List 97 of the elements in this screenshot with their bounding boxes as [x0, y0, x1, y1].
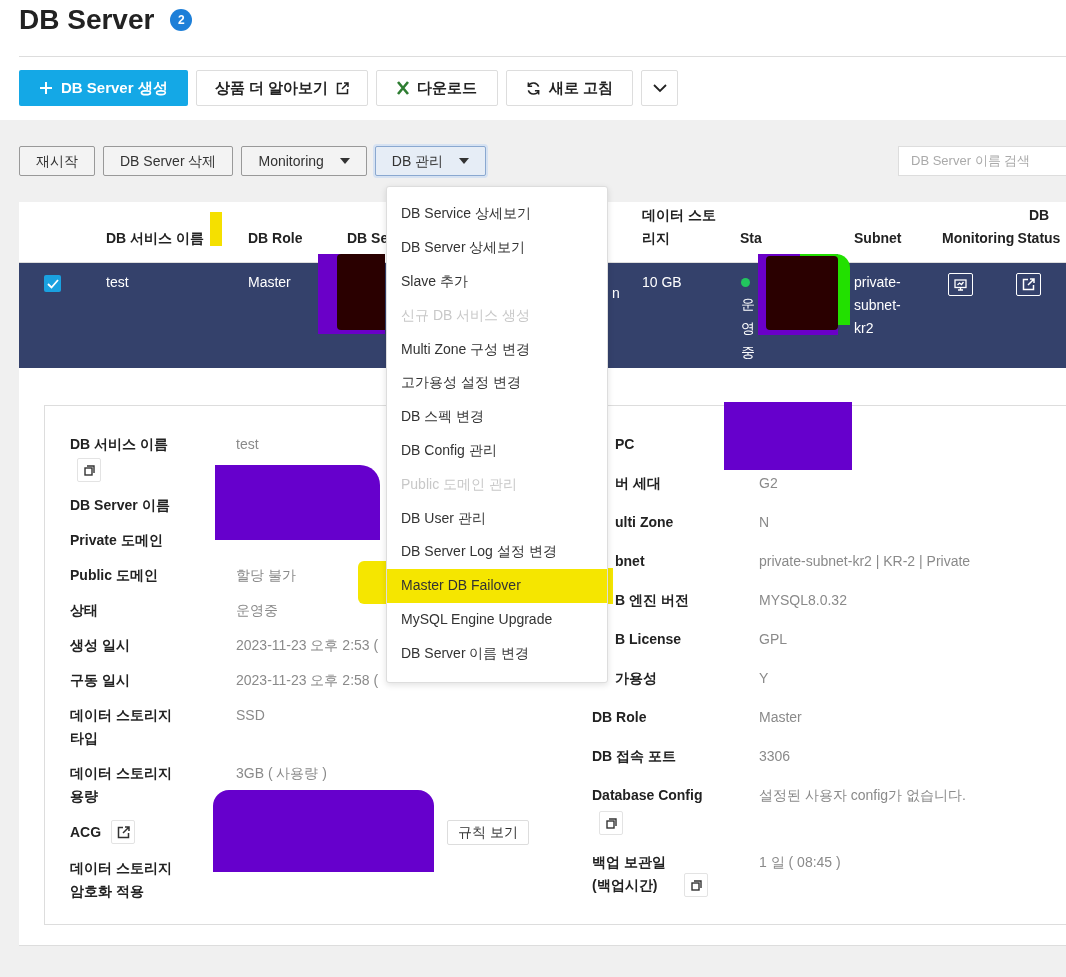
- menu-item[interactable]: DB Server 상세보기: [387, 230, 607, 265]
- field-value: Master: [759, 708, 802, 727]
- field-value: 2023-11-23 오후 2:58 (: [236, 671, 379, 690]
- highlighter-mark: [210, 212, 222, 246]
- field-value: 할당 불가: [236, 566, 296, 585]
- field-value: 설정된 사용자 config가 없습니다.: [759, 786, 966, 805]
- chevron-down-icon: [652, 83, 667, 93]
- dropdown-button[interactable]: DB 관리: [374, 146, 487, 176]
- caret-icon: [339, 158, 350, 164]
- field-value: 3GB ( 사용량 ): [236, 764, 327, 783]
- field-label: 버 세대: [615, 474, 661, 493]
- field-label: DB 서비스 이름: [70, 435, 168, 454]
- menu-item[interactable]: Multi Zone 구성 변경: [387, 332, 607, 366]
- copy-button[interactable]: [599, 811, 623, 835]
- action-button[interactable]: 재시작: [19, 146, 95, 176]
- field-value: GPL: [759, 630, 787, 649]
- external-link-icon: [1022, 278, 1035, 291]
- column-header: DB Status: [1016, 206, 1062, 248]
- caret-icon: [459, 158, 470, 164]
- field-label: B License: [615, 630, 682, 649]
- db-status-button[interactable]: [1016, 273, 1041, 296]
- menu-item[interactable]: MySQL Engine Upgrade: [387, 602, 607, 637]
- column-header: Monitoring: [942, 229, 1015, 248]
- download-button[interactable]: 다운로드: [376, 70, 499, 106]
- copy-icon: [83, 464, 95, 476]
- field-label: Private 도메인: [70, 531, 163, 550]
- field-label: DB 접속 포트: [592, 747, 676, 766]
- menu-item[interactable]: DB Config 관리: [387, 433, 607, 468]
- more-button[interactable]: [641, 70, 679, 106]
- highlighter-mark: [358, 561, 386, 604]
- field-label: PC: [615, 435, 635, 454]
- dropdown-button[interactable]: Monitoring: [241, 146, 367, 176]
- field-label: DB Role: [592, 708, 647, 727]
- menu-item[interactable]: DB User 관리: [387, 501, 607, 535]
- field-value: 1 일 ( 08:45 ): [759, 853, 841, 872]
- menu-item[interactable]: DB Server 이름 변경: [387, 636, 607, 671]
- table-cell-text: Master: [248, 273, 291, 292]
- field-value: Y: [759, 669, 769, 688]
- column-header: 데이터 스토리지: [642, 206, 717, 248]
- excel-icon: [397, 81, 410, 95]
- field-value: 2023-11-23 오후 2:53 (: [236, 636, 379, 655]
- field-label: 가용성: [615, 669, 657, 688]
- column-header: Subnet: [854, 229, 902, 248]
- table-cell-text: 10 GB: [642, 273, 682, 292]
- field-value: private-subnet-kr2 | KR-2 | Private: [759, 552, 971, 571]
- menu-item[interactable]: 고가용성 설정 변경: [387, 366, 607, 400]
- copy-icon: [605, 817, 617, 829]
- field-value: G2: [759, 474, 778, 493]
- count-badge: 2: [170, 9, 193, 31]
- action-button[interactable]: DB Server 삭제: [103, 146, 234, 176]
- page-title: DB Server: [19, 3, 155, 37]
- field-label: bnet: [615, 552, 645, 571]
- field-label: Database Config: [592, 786, 703, 805]
- field-label: Public 도메인: [70, 566, 158, 585]
- field-label: ACG: [70, 822, 102, 842]
- menu-item[interactable]: DB Service 상세보기: [387, 197, 607, 231]
- rules-button[interactable]: 규칙 보기: [447, 820, 529, 845]
- menu-item[interactable]: Slave 추가: [387, 264, 607, 299]
- table-cell-text: n: [612, 284, 620, 303]
- field-value: N: [759, 513, 770, 532]
- menu-item[interactable]: DB 스펙 변경: [387, 399, 607, 434]
- field-value: MYSQL8.0.32: [759, 591, 847, 610]
- field-value: test: [236, 435, 259, 454]
- field-label: 구동 일시: [70, 671, 130, 690]
- table-cell-text: test: [106, 273, 129, 292]
- learn-more-button[interactable]: 상품 더 알아보기: [195, 70, 369, 106]
- table-cell-text: private-subnet-kr2: [854, 273, 902, 338]
- field-label: 백업 보관일 (백업시간): [592, 853, 667, 895]
- column-header: Sta: [740, 229, 762, 248]
- field-label: 생성 일시: [70, 636, 130, 655]
- field-label: B 엔진 버전: [615, 591, 689, 610]
- field-label: 데이터 스토리지 암호화 적용: [70, 859, 173, 901]
- checkbox[interactable]: [44, 275, 61, 292]
- copy-icon: [690, 879, 702, 891]
- menu-item[interactable]: DB Server Log 설정 변경: [387, 534, 607, 569]
- field-label: DB Server 이름: [70, 496, 170, 515]
- status-text: 운영중: [741, 295, 755, 362]
- copy-button[interactable]: [684, 873, 708, 897]
- menu-item[interactable]: Master DB Failover: [387, 568, 607, 603]
- column-header: DB Role: [248, 229, 303, 248]
- field-label: 데이터 스토리지 용량: [70, 764, 173, 806]
- column-header: DB 서비스 이름: [106, 229, 204, 248]
- copy-button[interactable]: [77, 458, 101, 482]
- external-link-icon: [336, 81, 350, 95]
- field-label: 데이터 스토리지 타입: [70, 706, 173, 748]
- field-value: 3306: [759, 747, 791, 766]
- monitor-icon: [954, 278, 967, 291]
- field-value: 운영중: [236, 601, 278, 620]
- field-label: 상태: [70, 601, 98, 620]
- field-value: SSD: [236, 706, 265, 725]
- refresh-button[interactable]: 새로 고침: [506, 70, 634, 106]
- refresh-icon: [526, 80, 542, 96]
- plus-icon: [39, 81, 53, 95]
- monitoring-button[interactable]: [948, 273, 973, 296]
- external-link-button[interactable]: [111, 820, 136, 844]
- external-link-icon: [116, 825, 130, 839]
- field-label: ulti Zone: [615, 513, 674, 532]
